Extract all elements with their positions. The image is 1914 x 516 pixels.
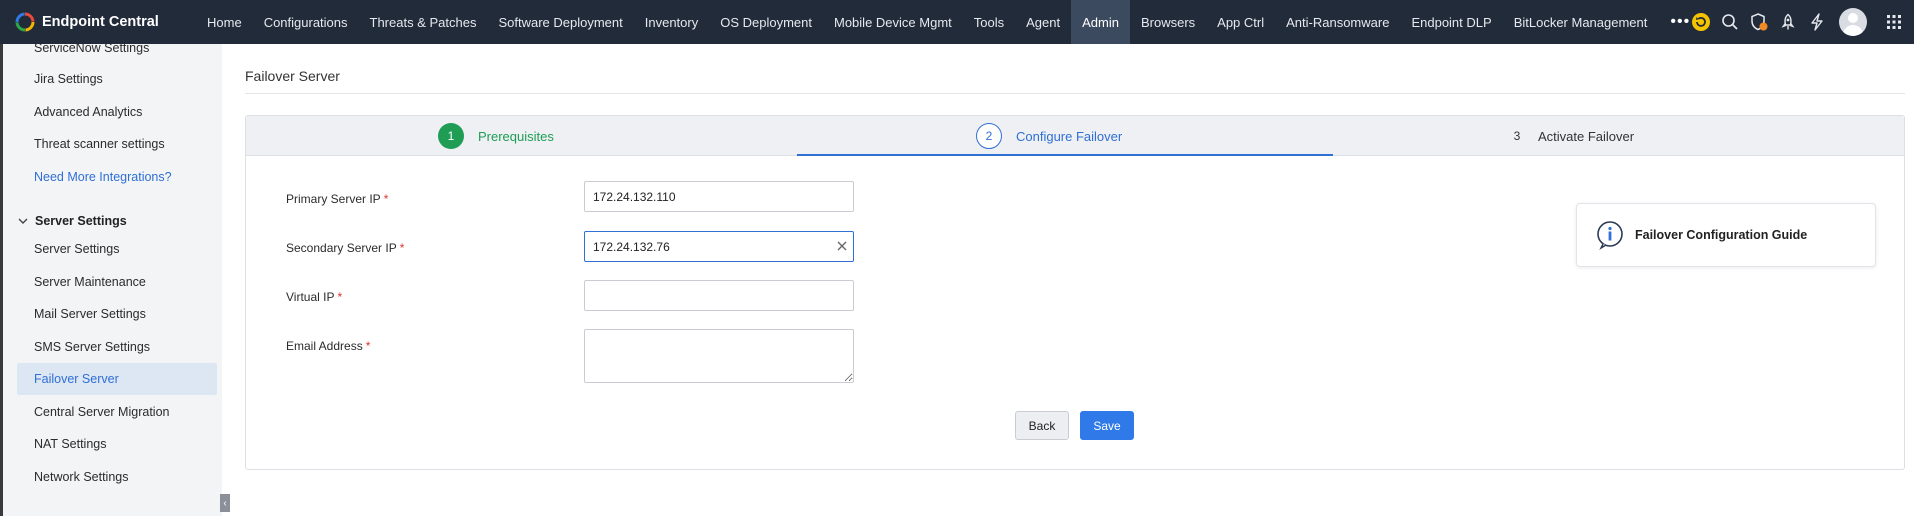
chevron-down-icon xyxy=(17,215,31,227)
nav-tools[interactable]: Tools xyxy=(963,0,1015,44)
label-text: Virtual IP xyxy=(286,290,335,304)
sidebar-section-label: Server Settings xyxy=(35,214,127,228)
sidebar-item-server-maintenance[interactable]: Server Maintenance xyxy=(17,266,217,298)
sidebar-item-mail-server-settings[interactable]: Mail Server Settings xyxy=(17,298,217,330)
required-marker: * xyxy=(399,241,405,255)
primary-server-ip-input[interactable] xyxy=(584,181,854,212)
failover-configuration-guide-card[interactable]: Failover Configuration Guide xyxy=(1576,203,1876,267)
nav-anti-ransomware[interactable]: Anti-Ransomware xyxy=(1275,0,1400,44)
top-icon-tray xyxy=(1686,0,1914,44)
sidebar-item-server-settings[interactable]: Server Settings xyxy=(17,233,217,265)
app-grid-icon[interactable] xyxy=(1879,0,1908,44)
label-text: Email Address xyxy=(286,339,363,353)
label-text: Secondary Server IP xyxy=(286,241,397,255)
step-activate-failover[interactable]: 3 Activate Failover xyxy=(1504,116,1634,156)
secondary-server-ip-input[interactable] xyxy=(584,231,854,262)
step-number: 3 xyxy=(1513,129,1521,143)
brand-name: Endpoint Central xyxy=(42,14,159,30)
required-marker: * xyxy=(365,339,371,353)
refresh-status-icon[interactable] xyxy=(1686,0,1715,44)
active-step-indicator xyxy=(797,154,1333,156)
endpoint-central-logo xyxy=(15,12,35,32)
title-divider xyxy=(245,93,1905,94)
nav-browsers[interactable]: Browsers xyxy=(1130,0,1206,44)
step-label: Activate Failover xyxy=(1538,128,1635,144)
email-address-textarea[interactable] xyxy=(584,329,854,383)
sidebar-item-failover-server[interactable]: Failover Server xyxy=(17,363,217,395)
failover-wizard-card: 1 Prerequisites 2 Configure Failover 3 A… xyxy=(245,115,1905,470)
guide-label: Failover Configuration Guide xyxy=(1635,228,1808,242)
nav-os-deployment[interactable]: OS Deployment xyxy=(709,0,823,44)
info-guide-icon xyxy=(1597,221,1623,250)
nav-threats-patches[interactable]: Threats & Patches xyxy=(359,0,488,44)
nav-endpoint-dlp[interactable]: Endpoint DLP xyxy=(1400,0,1502,44)
primary-server-ip-label: Primary Server IP * xyxy=(286,192,388,206)
sidebar-item-central-server-migration[interactable]: Central Server Migration xyxy=(17,396,217,428)
main-nav: Home Configurations Threats & Patches So… xyxy=(196,0,1702,44)
sidebar-item-network-settings[interactable]: Network Settings xyxy=(17,461,217,493)
step-label: Prerequisites xyxy=(478,128,554,144)
wizard-steps: 1 Prerequisites 2 Configure Failover 3 A… xyxy=(246,116,1904,156)
sidebar-item-sms-server-settings[interactable]: SMS Server Settings xyxy=(17,331,217,363)
sidebar-item-servicenow-settings[interactable]: ServiceNow Settings xyxy=(17,44,217,64)
page-title: Failover Server xyxy=(245,68,340,84)
step-prerequisites[interactable]: 1 Prerequisites xyxy=(438,116,554,156)
nav-mobile-device-mgmt[interactable]: Mobile Device Mgmt xyxy=(823,0,963,44)
secondary-server-ip-label: Secondary Server IP * xyxy=(286,241,404,255)
nav-bitlocker-management[interactable]: BitLocker Management xyxy=(1503,0,1659,44)
required-marker: * xyxy=(383,192,389,206)
sidebar-collapse-handle[interactable]: ‹ xyxy=(220,494,230,512)
admin-sidebar: ServiceNow Settings Jira Settings Advanc… xyxy=(0,44,222,516)
sidebar-link-need-more-integrations[interactable]: Need More Integrations? xyxy=(17,161,217,193)
required-marker: * xyxy=(337,290,343,304)
user-avatar[interactable] xyxy=(1839,8,1867,36)
nav-admin[interactable]: Admin xyxy=(1071,0,1130,44)
virtual-ip-input[interactable] xyxy=(584,280,854,311)
back-button[interactable]: Back xyxy=(1015,411,1069,440)
sidebar-item-nat-settings[interactable]: NAT Settings xyxy=(17,428,217,460)
step-number: 2 xyxy=(976,123,1002,149)
virtual-ip-label: Virtual IP * xyxy=(286,290,342,304)
nav-software-deployment[interactable]: Software Deployment xyxy=(487,0,633,44)
clear-input-icon[interactable] xyxy=(835,239,849,253)
email-address-label: Email Address * xyxy=(286,339,370,353)
step-label: Configure Failover xyxy=(1016,128,1123,144)
nav-app-ctrl[interactable]: App Ctrl xyxy=(1206,0,1275,44)
nav-agent[interactable]: Agent xyxy=(1015,0,1071,44)
shield-alert-icon[interactable] xyxy=(1744,0,1773,44)
rocket-icon[interactable] xyxy=(1773,0,1802,44)
sidebar-item-jira-settings[interactable]: Jira Settings xyxy=(17,63,217,95)
top-navigation-bar: Endpoint Central Home Configurations Thr… xyxy=(0,0,1914,44)
label-text: Primary Server IP xyxy=(286,192,381,206)
sidebar-section-server-settings[interactable]: Server Settings xyxy=(17,209,127,233)
step-number: 1 xyxy=(438,123,464,149)
nav-inventory[interactable]: Inventory xyxy=(634,0,709,44)
nav-home[interactable]: Home xyxy=(196,0,253,44)
nav-configurations[interactable]: Configurations xyxy=(253,0,359,44)
step-configure-failover[interactable]: 2 Configure Failover xyxy=(976,116,1122,156)
sidebar-item-advanced-analytics[interactable]: Advanced Analytics xyxy=(17,96,217,128)
save-button[interactable]: Save xyxy=(1080,411,1134,440)
search-icon[interactable] xyxy=(1715,0,1744,44)
lightning-icon[interactable] xyxy=(1802,0,1831,44)
sidebar-item-threat-scanner-settings[interactable]: Threat scanner settings xyxy=(17,128,217,160)
brand[interactable]: Endpoint Central xyxy=(0,11,196,33)
